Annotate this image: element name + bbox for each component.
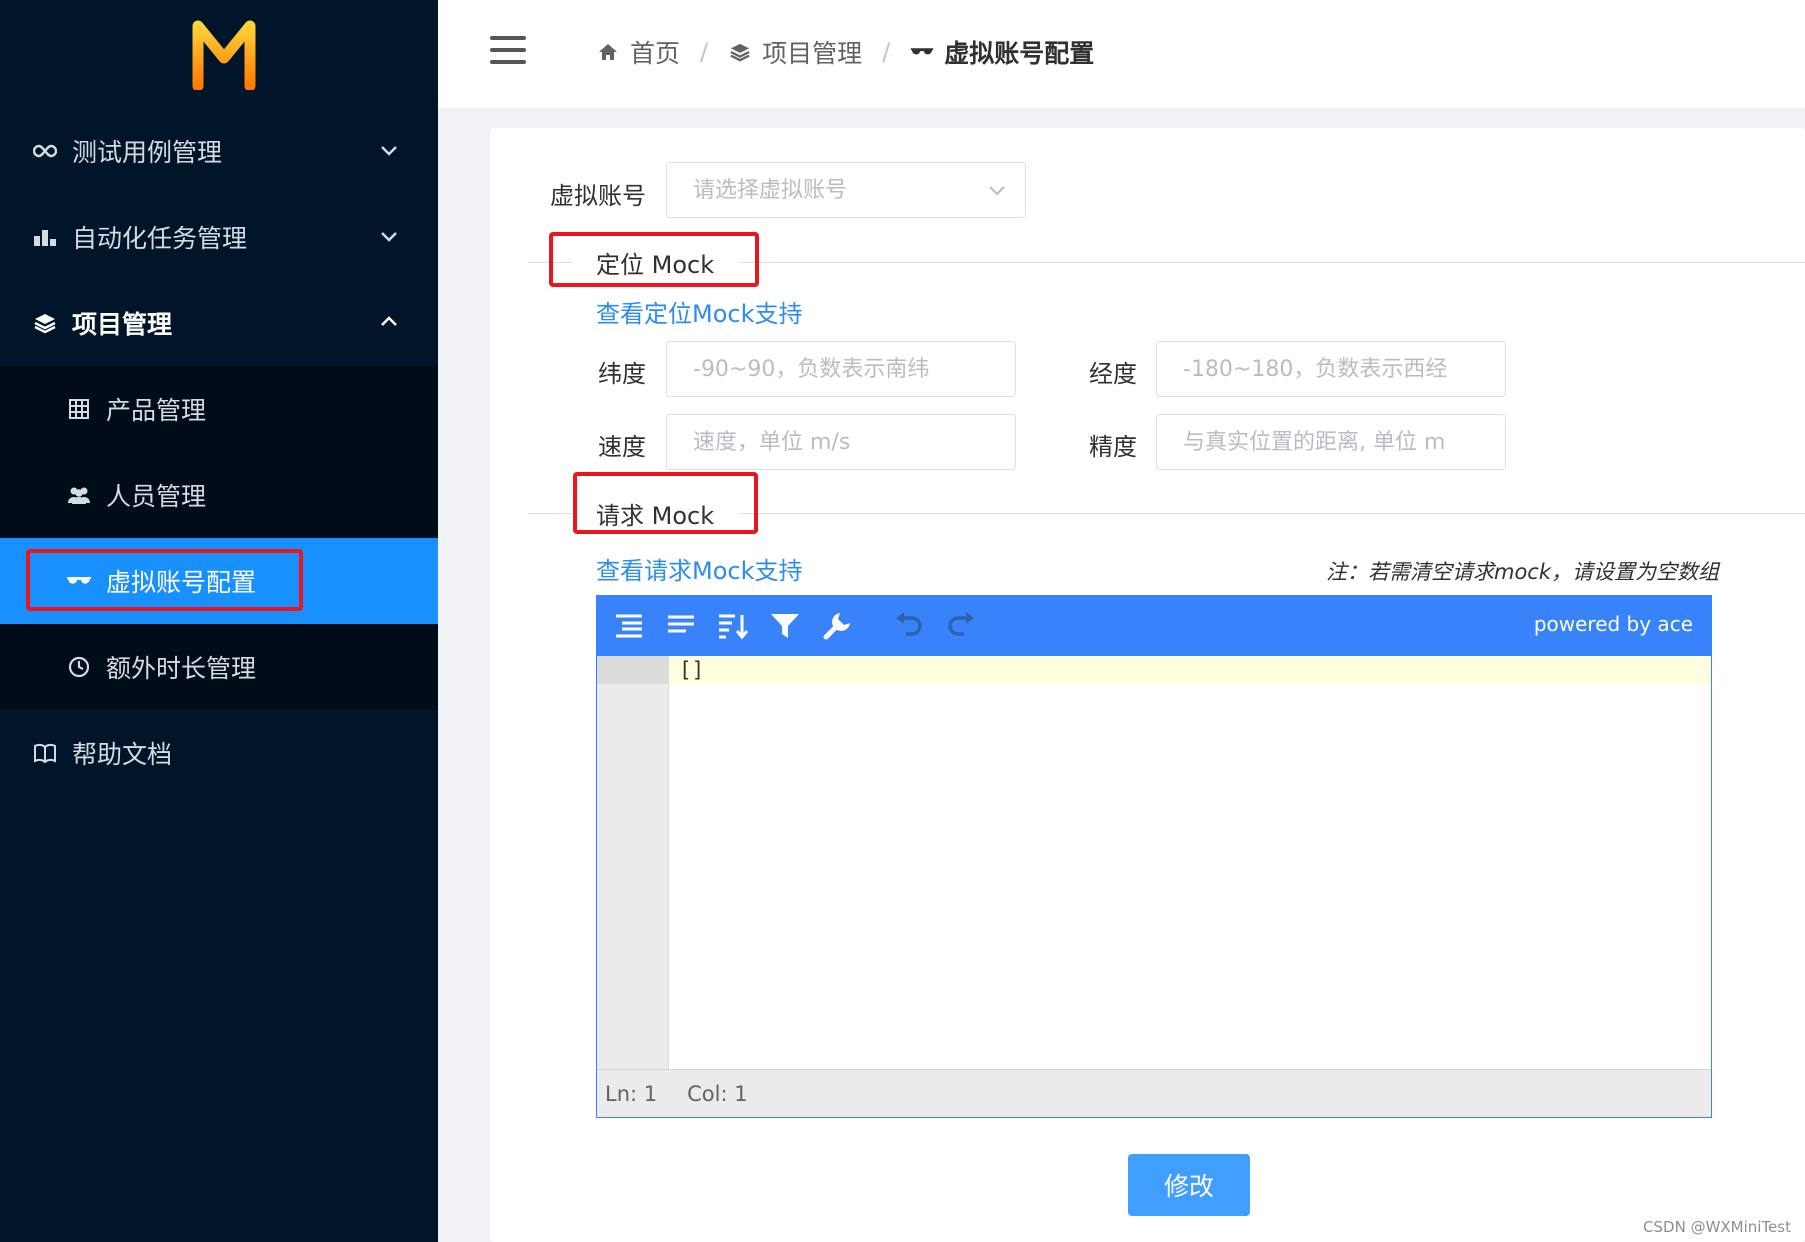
home-icon bbox=[596, 40, 620, 64]
request-mock-note: 注：若需清空请求mock，请设置为空数组 bbox=[1326, 560, 1720, 584]
sidebar-item-label: 项目管理 bbox=[72, 310, 173, 339]
account-select[interactable] bbox=[666, 162, 1026, 218]
sidebar-item-label: 人员管理 bbox=[106, 482, 207, 511]
sidebar-item-project[interactable]: 项目管理 bbox=[0, 280, 438, 366]
layers-icon bbox=[728, 40, 752, 64]
breadcrumb: 首页 / 项目管理 / 虚拟账号配置 bbox=[596, 30, 1094, 74]
active-line[interactable] bbox=[669, 656, 1711, 684]
watermark: CSDN @WXMiniTest bbox=[1643, 1218, 1791, 1236]
accuracy-label: 精度 bbox=[1089, 433, 1137, 461]
wrench-icon bbox=[823, 613, 850, 640]
layers-icon bbox=[32, 310, 58, 336]
bar-chart-icon bbox=[32, 224, 58, 250]
sidebar-item-members[interactable]: 人员管理 bbox=[0, 452, 438, 538]
editor-toolbar: powered by ace bbox=[597, 596, 1711, 656]
repair-button[interactable] bbox=[819, 608, 855, 644]
sort-button[interactable] bbox=[715, 608, 751, 644]
account-label: 虚拟账号 bbox=[550, 182, 646, 210]
sidebar-item-virtual-account[interactable]: 虚拟账号配置 bbox=[0, 538, 438, 624]
undo-icon bbox=[896, 612, 922, 636]
format-icon bbox=[616, 614, 642, 638]
sort-icon bbox=[719, 614, 749, 640]
breadcrumb-separator: / bbox=[700, 38, 709, 66]
editor-statusbar: Ln: 1 Col: 1 bbox=[597, 1069, 1711, 1117]
sidebar-item-product[interactable]: 产品管理 bbox=[0, 366, 438, 452]
json-editor: powered by ace 1 [] Ln: 1 Col: 1 bbox=[596, 595, 1712, 1118]
sidebar-item-label: 测试用例管理 bbox=[72, 138, 223, 167]
sunglasses-icon bbox=[66, 568, 92, 594]
active-line-gutter bbox=[597, 656, 669, 684]
sidebar-item-label: 帮助文档 bbox=[72, 740, 173, 769]
request-mock-help-link[interactable]: 查看请求Mock支持 bbox=[596, 551, 802, 586]
users-icon bbox=[66, 482, 92, 508]
sidebar-item-label: 额外时长管理 bbox=[106, 654, 257, 683]
sidebar: 测试用例管理 自动化任务管理 项目管理 产品管理 人员管理 虚拟账号配置 额外时… bbox=[0, 0, 438, 1242]
location-mock-help-link[interactable]: 查看定位Mock支持 bbox=[596, 294, 802, 329]
redo-icon bbox=[948, 612, 974, 636]
longitude-label: 经度 bbox=[1089, 360, 1137, 388]
app-logo bbox=[192, 20, 256, 90]
sidebar-item-help[interactable]: 帮助文档 bbox=[0, 710, 438, 796]
compact-button[interactable] bbox=[663, 608, 699, 644]
book-icon bbox=[32, 740, 58, 766]
account-select-input[interactable] bbox=[666, 162, 1026, 218]
chevron-down-icon bbox=[381, 232, 397, 242]
latitude-label: 纬度 bbox=[598, 360, 646, 388]
sidebar-item-extra-time[interactable]: 额外时长管理 bbox=[0, 624, 438, 710]
latitude-input[interactable] bbox=[666, 341, 1016, 397]
chevron-up-icon bbox=[381, 316, 397, 326]
breadcrumb-label: 首页 bbox=[630, 39, 681, 68]
speed-label: 速度 bbox=[598, 433, 646, 461]
grid-icon bbox=[66, 396, 92, 422]
undo-button[interactable] bbox=[891, 608, 927, 644]
filter-icon bbox=[771, 614, 799, 638]
format-button[interactable] bbox=[611, 608, 647, 644]
breadcrumb-label: 虚拟账号配置 bbox=[944, 39, 1095, 68]
sidebar-item-automation[interactable]: 自动化任务管理 bbox=[0, 194, 438, 280]
clock-icon bbox=[66, 654, 92, 680]
sidebar-item-label: 产品管理 bbox=[106, 396, 207, 425]
powered-by-ace[interactable]: powered by ace bbox=[1534, 612, 1693, 636]
breadcrumb-separator: / bbox=[882, 38, 891, 66]
hamburger-menu-icon[interactable] bbox=[490, 36, 526, 64]
top-header: 首页 / 项目管理 / 虚拟账号配置 bbox=[438, 0, 1805, 108]
sidebar-item-label: 自动化任务管理 bbox=[72, 224, 248, 253]
sidebar-item-testcase[interactable]: 测试用例管理 bbox=[0, 108, 438, 194]
breadcrumb-current: 虚拟账号配置 bbox=[910, 34, 1094, 70]
infinity-icon bbox=[32, 138, 58, 164]
section-title-location: 定位 Mock bbox=[572, 245, 739, 280]
longitude-input[interactable] bbox=[1156, 341, 1506, 397]
status-line: Ln: 1 bbox=[605, 1081, 658, 1106]
sidebar-item-label: 虚拟账号配置 bbox=[106, 568, 257, 597]
section-title-request: 请求 Mock bbox=[572, 496, 739, 531]
breadcrumb-project[interactable]: 项目管理 bbox=[728, 34, 862, 70]
chevron-down-icon bbox=[381, 146, 397, 156]
editor-code[interactable]: [] bbox=[679, 658, 704, 682]
breadcrumb-home[interactable]: 首页 bbox=[596, 34, 680, 70]
status-column: Col: 1 bbox=[687, 1081, 748, 1106]
compact-icon bbox=[668, 615, 694, 633]
editor-gutter bbox=[597, 656, 669, 1069]
filter-button[interactable] bbox=[767, 608, 803, 644]
speed-input[interactable] bbox=[666, 414, 1016, 470]
accuracy-input[interactable] bbox=[1156, 414, 1506, 470]
sunglasses-icon bbox=[910, 40, 934, 64]
submit-button[interactable]: 修改 bbox=[1128, 1154, 1250, 1216]
redo-button[interactable] bbox=[943, 608, 979, 644]
breadcrumb-label: 项目管理 bbox=[762, 39, 863, 68]
